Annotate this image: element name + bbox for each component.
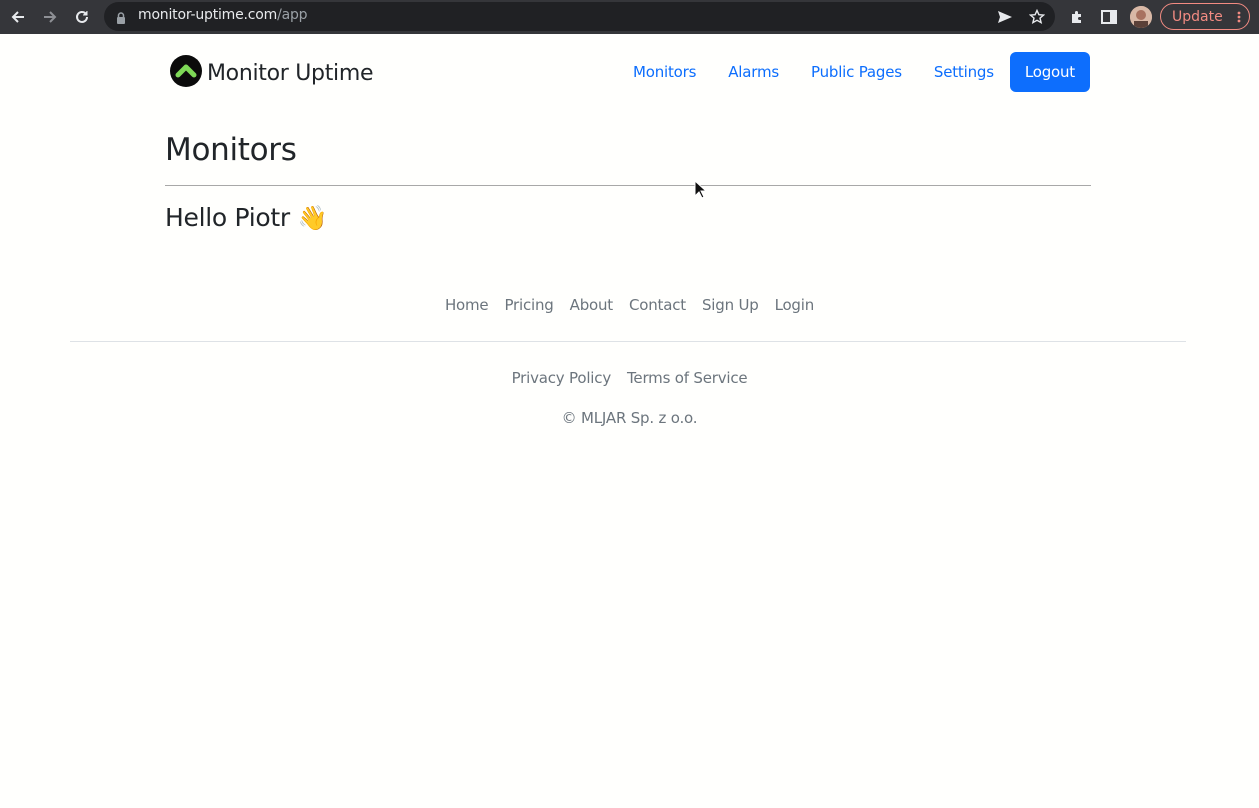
page-title: Monitors: [165, 132, 297, 168]
greeting-text: Hello Piotr: [165, 203, 290, 232]
brand[interactable]: Monitor Uptime: [170, 55, 374, 91]
logo-icon: [170, 55, 202, 91]
footer-link-terms-of-service[interactable]: Terms of Service: [619, 367, 755, 389]
footer-link-login[interactable]: Login: [767, 294, 822, 316]
nav-alarms[interactable]: Alarms: [712, 52, 795, 92]
nav-settings[interactable]: Settings: [918, 52, 1010, 92]
update-button[interactable]: Update: [1160, 3, 1250, 30]
brand-name: Monitor Uptime: [207, 60, 374, 86]
nav-public-pages[interactable]: Public Pages: [795, 52, 918, 92]
update-label: Update: [1172, 8, 1223, 25]
waving-hand-icon: 👋: [297, 203, 328, 232]
forward-icon[interactable]: [38, 5, 62, 29]
footer-link-contact[interactable]: Contact: [621, 294, 694, 316]
footer-link-about[interactable]: About: [562, 294, 621, 316]
title-divider: [165, 185, 1091, 186]
extensions-icon[interactable]: [1065, 5, 1089, 29]
nav-monitors[interactable]: Monitors: [617, 52, 712, 92]
reload-icon[interactable]: [70, 5, 94, 29]
footer-link-privacy-policy[interactable]: Privacy Policy: [504, 367, 619, 389]
back-icon[interactable]: [6, 5, 30, 29]
main-nav: Monitors Alarms Public Pages Settings Lo…: [617, 52, 1090, 92]
footer-nav: Home Pricing About Contact Sign Up Login: [0, 294, 1259, 316]
url-text: monitor-uptime.com/app: [138, 7, 308, 23]
browser-toolbar: monitor-uptime.com/app Update: [0, 0, 1259, 34]
side-panel-icon[interactable]: [1097, 5, 1121, 29]
legal-nav: Privacy Policy Terms of Service: [0, 367, 1259, 389]
greeting: Hello Piotr 👋: [165, 203, 328, 232]
address-bar[interactable]: monitor-uptime.com/app: [104, 2, 1055, 31]
footer-link-pricing[interactable]: Pricing: [496, 294, 561, 316]
copyright: © MLJAR Sp. z o.o.: [561, 409, 698, 427]
share-icon[interactable]: [993, 5, 1017, 29]
menu-dots-icon: [1237, 11, 1241, 27]
lock-icon: [116, 10, 126, 29]
avatar[interactable]: [1130, 6, 1152, 28]
footer-divider: [70, 341, 1186, 342]
star-icon[interactable]: [1025, 5, 1049, 29]
footer-link-sign-up[interactable]: Sign Up: [694, 294, 767, 316]
mouse-cursor-icon: [694, 179, 708, 203]
footer-link-home[interactable]: Home: [437, 294, 497, 316]
logout-button[interactable]: Logout: [1009, 52, 1090, 92]
